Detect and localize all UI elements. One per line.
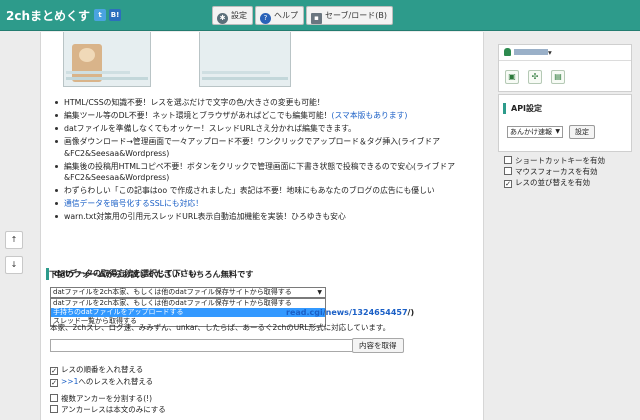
feature-item: 編集後の投稿用HTMLコピペ不要！ボタンをクリックで管理画面に下書き状態で投稿で… [55, 161, 475, 184]
option-label: ショートカットキーを有効 [515, 156, 605, 165]
feature-item: わずらわしい「この記事はoo で作成されました」表記は不要！地味にもあなたのブロ… [55, 185, 475, 197]
reorder-responses-checkbox[interactable]: ✓ レスの順番を入れ替える [50, 365, 143, 375]
scroll-up-button[interactable]: ↑ [5, 231, 23, 249]
feature-text: わずらわしい「この記事はoo で作成されました」表記は不要！地味にもあなたのブロ… [64, 186, 435, 195]
dropdown-option[interactable]: datファイルを2ch本家、もしくは他のdatファイル保存サイトから取得する [51, 299, 325, 308]
feature-item: 画像ダウンロード→管理画面で一々アップロード不要！ワンクリックでアップロード＆タ… [55, 136, 475, 159]
api-select[interactable]: あんかけ速報 ▼ [507, 126, 563, 138]
feature-text: 画像ダウンロード→管理画面で一々アップロード不要！ワンクリックでアップロード＆タ… [64, 137, 441, 146]
checkbox-label: アンカーレスは本文のみにする [61, 405, 166, 414]
save-load-label: セーブ/ロード(B) [325, 11, 387, 20]
feature-item: HTML/CSSの知識不要！レスを選ぶだけで文字の色/大きさの変更も可能！ [55, 97, 475, 109]
api-settings-title: API設定 [503, 103, 542, 114]
shortcut-key-option[interactable]: ショートカットキーを有効 [504, 156, 605, 166]
method-section-title: datデータの取得方法を選択して下さい [46, 268, 476, 280]
checkbox-checked-icon: ✓ [50, 379, 58, 387]
chevron-down-icon: ▼ [317, 289, 322, 296]
preview-line [202, 77, 288, 80]
expand-icon[interactable]: ✣ [528, 70, 542, 84]
api-select-value: あんかけ速報 [510, 128, 552, 136]
url-example: read.cgi/news/1324654457/) [286, 308, 414, 317]
api-settings-panel: API設定 あんかけ速報 ▼ 設定 [498, 94, 632, 152]
preview-line [66, 71, 130, 74]
screenshot-previews [63, 32, 291, 88]
screen-icon[interactable]: ▣ [505, 70, 519, 84]
main-content: HTML/CSSの知識不要！レスを選ぶだけで文字の色/大きさの変更も可能！ 編集… [40, 32, 484, 420]
dat-source-select[interactable]: datファイルを2ch本家、もしくは他のdatファイル保存サイトから取得する ▼ [50, 287, 326, 298]
fetch-content-button[interactable]: 内容を取得 [352, 338, 404, 353]
checkbox-icon [50, 394, 58, 402]
checkbox-label: レスの順番を入れ替える [61, 365, 144, 374]
mouse-focus-option[interactable]: マウスフォーカスを有効 [504, 167, 598, 177]
smartphone-version-link[interactable]: (スマ本版もあります) [331, 111, 407, 120]
feature-text: warn.txt対策用の引用元スレッドURL表示自動追加機能を実装！ひろゆきも安… [64, 212, 346, 221]
user-name-redacted [514, 49, 548, 55]
help-icon: ? [260, 13, 271, 24]
reorder-option[interactable]: ✓ レスの並び替えを有効 [504, 178, 590, 188]
checkbox-icon [504, 167, 512, 175]
settings-button[interactable]: ✱ 設定 [212, 6, 253, 25]
option-label: レスの並び替えを有効 [515, 178, 590, 187]
user-icon [504, 48, 511, 56]
anchor-link[interactable]: >>1 [61, 377, 78, 386]
chevron-down-icon: ▾ [548, 48, 552, 57]
url-example-link[interactable]: read.cgi/news/1324654457 [286, 308, 408, 317]
feature-text: datファイルを準備しなくてもオッケー！スレッドURLさえ分かれば編集できます。 [64, 124, 356, 133]
anchor-body-only-checkbox[interactable]: アンカーレスは本文のみにする [50, 405, 166, 415]
url-example-suffix: /) [407, 308, 415, 317]
feature-text: &FC2&Seesaa&Wordpress) [64, 173, 170, 182]
user-menu[interactable]: ▾ [499, 45, 631, 61]
reply-to-first-checkbox[interactable]: ✓ >>1へのレスを入れ替える [50, 377, 153, 387]
document-icon[interactable]: ▤ [551, 70, 565, 84]
ssl-link[interactable]: 通信データを暗号化するSSLにも対応！ [64, 199, 203, 208]
scroll-down-button[interactable]: ↓ [5, 256, 23, 274]
feature-text: &FC2&Seesaa&Wordpress) [64, 148, 170, 158]
feature-item: 通信データを暗号化するSSLにも対応！ [55, 198, 475, 210]
feature-list: HTML/CSSの知識不要！レスを選ぶだけで文字の色/大きさの変更も可能！ 編集… [55, 97, 475, 224]
split-anchors-checkbox[interactable]: 複数アンカーを分割する(!) [50, 394, 152, 404]
feature-item: 編集ツール等のDL不要！ネット環境とブラウザがあればどこでも編集可能！(スマ本版… [55, 110, 475, 122]
dropdown-option-selected[interactable]: 手持ちのdatファイルをアップロードする [51, 308, 325, 317]
preview-image-left [63, 32, 151, 87]
tool-icons: ▣ ✣ ▤ [499, 61, 631, 91]
preview-line [66, 77, 148, 80]
checkbox-checked-icon: ✓ [504, 180, 512, 188]
floppy-icon: ▪ [311, 13, 322, 24]
feature-text: 編集後の投稿用HTMLコピペ不要！ボタンをクリックで管理画面に下書き状態で投稿で… [64, 161, 456, 171]
dat-source-select-value: datファイルを2ch本家、もしくは他のdatファイル保存サイトから取得する [53, 288, 292, 296]
thread-url-input[interactable] [50, 339, 386, 352]
feature-item: datファイルを準備しなくてもオッケー！スレッドURLさえ分かれば編集できます。 [55, 123, 475, 135]
supported-sites-note: 本家、2chスレ、ログ速、みみずん、unkar、したらば、あーるぐ2chのURL… [50, 323, 391, 332]
checkbox-icon [504, 156, 512, 164]
help-button[interactable]: ? ヘルプ [255, 6, 304, 25]
app-header: 2chまとめくす t B! ✱ 設定 ? ヘルプ ▪ セーブ/ロード(B) [0, 0, 640, 31]
checkbox-label: へのレスを入れ替える [78, 377, 154, 386]
checkbox-label: 複数アンカーを分割する(!) [61, 394, 153, 403]
site-logo[interactable]: 2chまとめくす [6, 7, 90, 24]
option-label: マウスフォーカスを有効 [515, 167, 598, 176]
api-settings-button[interactable]: 設定 [569, 125, 595, 139]
user-panel: ▾ ▣ ✣ ▤ [498, 44, 632, 92]
checkbox-checked-icon: ✓ [50, 367, 58, 375]
preview-image-right [199, 32, 291, 87]
feature-item: warn.txt対策用の引用元スレッドURL表示自動追加機能を実装！ひろゆきも安… [55, 211, 475, 223]
feature-text: 編集ツール等のDL不要！ネット環境とブラウザがあればどこでも編集可能！ [64, 111, 332, 120]
settings-label: 設定 [231, 11, 247, 20]
checkbox-icon [50, 405, 58, 413]
preview-line [202, 71, 270, 74]
help-label: ヘルプ [274, 11, 298, 20]
gear-icon: ✱ [217, 13, 228, 24]
hatena-bookmark-icon[interactable]: B! [109, 9, 121, 21]
save-load-button[interactable]: ▪ セーブ/ロード(B) [306, 6, 393, 25]
twitter-icon[interactable]: t [94, 9, 106, 21]
chevron-down-icon: ▼ [555, 128, 560, 135]
feature-text: HTML/CSSの知識不要！レスを選ぶだけで文字の色/大きさの変更も可能！ [64, 98, 325, 107]
